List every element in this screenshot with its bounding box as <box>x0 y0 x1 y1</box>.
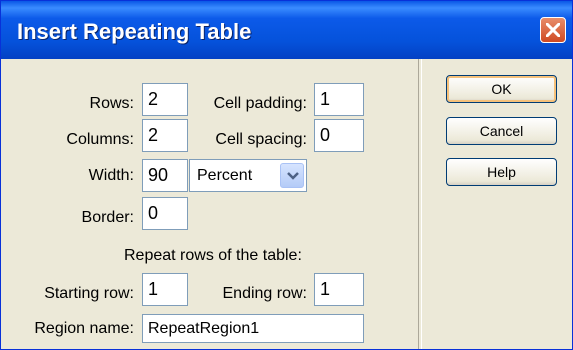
cell-spacing-input[interactable] <box>314 119 364 152</box>
rows-input[interactable] <box>142 83 188 116</box>
cell-spacing-label: Cell spacing: <box>215 131 307 148</box>
starting-row-label: Starting row: <box>44 285 134 302</box>
columns-label: Columns: <box>66 131 134 148</box>
starting-row-input[interactable] <box>142 273 188 306</box>
width-label: Width: <box>88 167 134 184</box>
close-button[interactable] <box>540 17 566 43</box>
title-bar[interactable]: Insert Repeating Table <box>1 1 572 59</box>
dialog-title: Insert Repeating Table <box>17 19 252 44</box>
chevron-down-icon <box>287 172 299 180</box>
width-unit-select[interactable]: Percent <box>189 159 307 192</box>
rows-label: Rows: <box>89 95 134 112</box>
region-name-label: Region name: <box>34 320 134 337</box>
width-unit-value: Percent <box>197 167 253 184</box>
ok-button[interactable]: OK <box>446 75 557 103</box>
cell-padding-label: Cell padding: <box>213 95 307 112</box>
region-name-input[interactable] <box>142 314 364 343</box>
border-input[interactable] <box>142 197 188 230</box>
border-label: Border: <box>81 209 134 226</box>
width-input[interactable] <box>142 159 188 192</box>
close-icon <box>546 23 560 37</box>
ending-row-input[interactable] <box>314 273 364 306</box>
columns-input[interactable] <box>142 119 188 152</box>
cancel-button[interactable]: Cancel <box>446 117 557 145</box>
dropdown-button[interactable] <box>280 163 304 188</box>
repeat-rows-heading: Repeat rows of the table: <box>124 247 302 264</box>
insert-repeating-table-dialog: Insert Repeating Table Rows: Cell paddin… <box>0 0 573 350</box>
vertical-separator <box>418 59 422 349</box>
cell-padding-input[interactable] <box>314 83 364 116</box>
help-button[interactable]: Help <box>446 158 557 186</box>
ending-row-label: Ending row: <box>222 285 308 302</box>
